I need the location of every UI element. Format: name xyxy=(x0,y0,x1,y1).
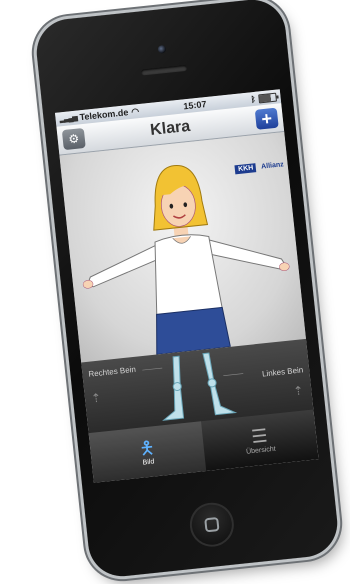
tab-uebersicht[interactable]: ☰ Übersicht xyxy=(201,409,319,471)
plus-icon: + xyxy=(260,108,274,130)
front-camera xyxy=(157,44,167,54)
right-arm[interactable] xyxy=(84,242,165,288)
body-figure-icon: 🯅 xyxy=(138,436,156,459)
battery-icon xyxy=(258,92,277,103)
app-screen: ▂▃▄▅ Telekom.de ◠ 15:07 ᛒ ⚙ Klara + KKH … xyxy=(54,89,319,483)
phone-device: ▂▃▄▅ Telekom.de ◠ 15:07 ᛒ ⚙ Klara + KKH … xyxy=(33,0,341,580)
scroll-up-arrow-icon[interactable]: ⇡ xyxy=(90,391,101,406)
signal-strength-icon: ▂▃▄▅ xyxy=(59,114,78,124)
tab-bild[interactable]: 🯅 Bild xyxy=(88,421,207,483)
allianz-logo: Allianz xyxy=(260,161,285,171)
home-square-icon xyxy=(204,517,220,533)
bluetooth-icon: ᛒ xyxy=(250,94,257,104)
tab-label: Übersicht xyxy=(245,445,276,456)
add-button[interactable]: + xyxy=(254,107,279,130)
scroll-up-arrow-icon[interactable]: ⇡ xyxy=(293,383,304,398)
status-time: 15:07 xyxy=(182,98,207,112)
earpiece-speaker xyxy=(140,64,188,76)
tab-label: Bild xyxy=(142,457,155,467)
body-figure-stage: KKH Allianz xyxy=(59,131,306,363)
page-title: Klara xyxy=(149,117,192,139)
home-button[interactable] xyxy=(187,500,237,549)
list-icon: ☰ xyxy=(250,424,269,447)
gear-icon: ⚙ xyxy=(67,131,80,147)
wifi-icon: ◠ xyxy=(130,105,140,117)
settings-button[interactable]: ⚙ xyxy=(61,127,86,151)
